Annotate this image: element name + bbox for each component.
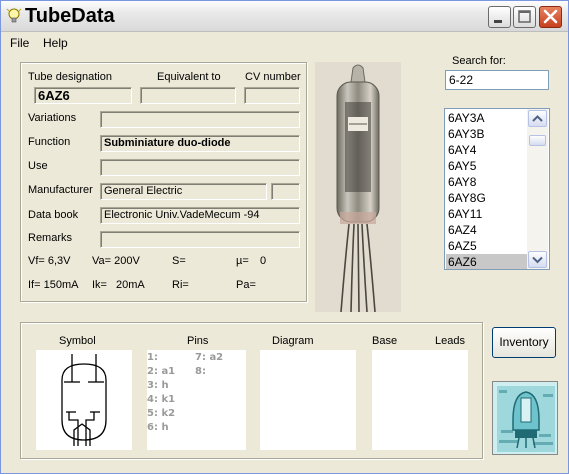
list-item[interactable]: 6AY4 <box>446 142 532 158</box>
mu-label: µ= <box>236 255 249 267</box>
use-field[interactable] <box>100 159 300 176</box>
menu-help[interactable]: Help <box>43 36 68 50</box>
cv-number-field[interactable] <box>244 87 300 104</box>
chevron-down-icon <box>532 256 543 264</box>
symbol-box <box>36 350 132 450</box>
menu-file[interactable]: File <box>10 36 29 50</box>
mu-value: 0 <box>260 255 267 267</box>
chevron-up-icon <box>532 115 543 122</box>
light-bulb-icon <box>6 8 22 23</box>
list-item[interactable]: 6AZ5 <box>446 238 532 254</box>
leads-label: Leads <box>435 335 465 347</box>
list-item[interactable]: 6AY5 <box>446 158 532 174</box>
databook-label: Data book <box>28 209 79 221</box>
list-item[interactable]: 6AY3A <box>446 110 532 126</box>
search-label: Search for: <box>452 55 506 67</box>
function-field[interactable]: Subminiature duo-diode <box>100 135 300 152</box>
manufacturer-label: Manufacturer <box>28 184 93 196</box>
minimize-button[interactable] <box>488 6 511 28</box>
pin-7: 7: a2 <box>195 352 224 363</box>
pin-8: 8: <box>195 366 206 377</box>
list-item[interactable]: 6AY3B <box>446 126 532 142</box>
list-item[interactable]: 6AZ4 <box>446 222 532 238</box>
close-button[interactable] <box>539 6 562 28</box>
manufacturer-extra-field[interactable] <box>271 183 300 200</box>
ik-value: 20mA <box>116 279 145 291</box>
remarks-field[interactable] <box>100 231 300 248</box>
list-item-selected[interactable]: 6AZ6 <box>446 254 532 269</box>
list-item[interactable]: 6AY8 <box>446 174 532 190</box>
scroll-up-button[interactable] <box>528 110 547 127</box>
window-title: TubeData <box>25 5 115 27</box>
close-icon <box>543 9 558 24</box>
maximize-icon <box>518 10 531 23</box>
cv-number-label: CV number <box>245 71 301 83</box>
pin-1: 1: <box>147 352 158 363</box>
pin-4: 4: k1 <box>147 394 176 405</box>
minimize-icon <box>494 20 502 23</box>
designation-field[interactable]: 6AZ6 <box>34 87 132 104</box>
pin-2: 2: a1 <box>147 366 176 377</box>
pin-3: 3: h <box>147 380 169 391</box>
maximize-button[interactable] <box>513 6 536 28</box>
remarks-label: Remarks <box>28 232 73 244</box>
ri-value: Ri= <box>172 279 189 291</box>
vf-value: Vf= 6,3V <box>28 255 71 267</box>
scroll-down-button[interactable] <box>528 251 547 268</box>
pin-6: 6: h <box>147 422 169 433</box>
duo-diode-symbol-icon <box>61 354 107 446</box>
base-label: Base <box>372 335 398 347</box>
base-leads-box <box>372 350 468 450</box>
symbol-label: Symbol <box>59 335 96 347</box>
pins-box: 1: 2: a1 3: h 4: k1 5: k2 6: h 7: a2 8: <box>147 350 246 450</box>
menu-bar: File Help <box>1 33 568 53</box>
search-input[interactable] <box>445 70 549 90</box>
variations-field[interactable] <box>100 111 300 128</box>
diagram-box <box>260 350 356 450</box>
use-label: Use <box>28 160 48 172</box>
scroll-thumb[interactable] <box>529 135 546 146</box>
ik-label: Ik= <box>92 279 107 291</box>
list-scrollbar[interactable] <box>527 109 548 269</box>
s-value: S= <box>172 255 186 267</box>
equivalent-field[interactable] <box>140 87 236 104</box>
inventory-button[interactable]: Inventory <box>492 327 556 358</box>
pins-label: Pins <box>187 335 209 347</box>
designation-label: Tube designation <box>28 71 112 83</box>
tube-logo-image <box>492 381 558 455</box>
tube-logo-icon <box>493 382 557 454</box>
tube-photo <box>315 62 401 312</box>
manufacturer-field[interactable]: General Electric <box>100 183 267 200</box>
pin-5: 5: k2 <box>147 408 176 419</box>
diagram-label: Diagram <box>272 335 314 347</box>
title-bar[interactable]: TubeData <box>1 1 568 32</box>
databook-field[interactable]: Electronic Univ.VadeMecum -94 <box>100 207 300 224</box>
variations-label: Variations <box>28 112 77 124</box>
list-item[interactable]: 6AY11 <box>446 206 532 222</box>
equivalent-label: Equivalent to <box>157 71 221 83</box>
if-value: If= 150mA <box>28 279 79 291</box>
function-label: Function <box>28 136 71 148</box>
app-window: TubeData File Help Tube designation Equi… <box>0 0 569 474</box>
list-item[interactable]: 6AY8G <box>446 190 532 206</box>
vacuum-tube-image <box>315 62 401 312</box>
va-value: Va= 200V <box>92 255 140 267</box>
pa-value: Pa= <box>236 279 256 291</box>
